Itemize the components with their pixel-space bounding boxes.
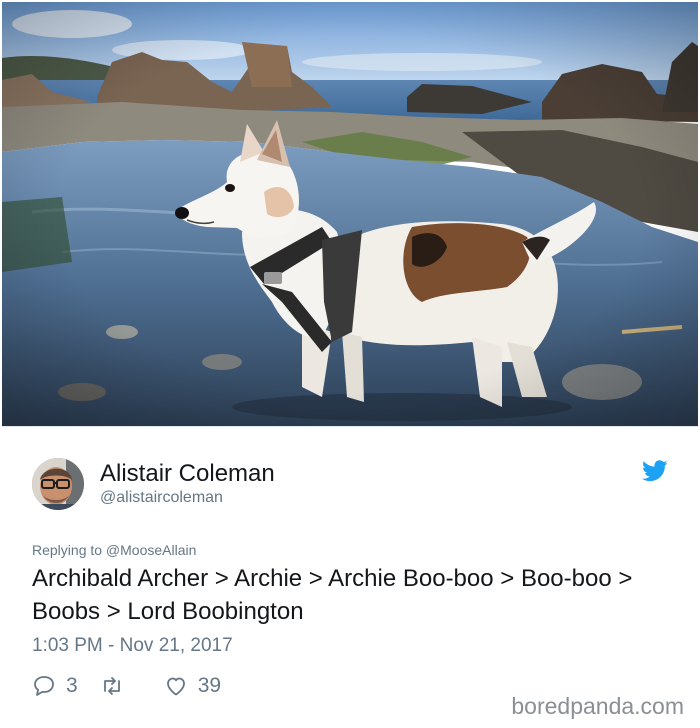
twitter-bird-icon[interactable] — [642, 460, 668, 482]
avatar[interactable] — [32, 458, 84, 510]
like-button[interactable]: 39 — [164, 674, 221, 698]
avatar-image — [32, 458, 84, 510]
reply-button[interactable]: 3 — [32, 674, 78, 698]
author-name[interactable]: Alistair Coleman — [100, 460, 275, 488]
retweet-icon — [103, 677, 120, 695]
boredpanda-watermark: boredpanda.com — [511, 693, 684, 719]
like-count: 39 — [197, 674, 222, 697]
tweet-card: Alistair Coleman @alistaircoleman Replyi… — [0, 426, 700, 728]
tweet-timestamp[interactable]: 1:03 PM - Nov 21, 2017 — [32, 635, 233, 657]
reply-icon — [34, 676, 54, 696]
replying-to[interactable]: Replying to @MooseAllain — [32, 542, 196, 558]
tweet-photo[interactable] — [2, 2, 698, 427]
author-handle[interactable]: @alistaircoleman — [100, 489, 223, 507]
reply-count: 3 — [66, 674, 78, 697]
tweet-actions: 3 39 — [32, 673, 221, 699]
tweet-text: Archibald Archer > Archie > Archie Boo-b… — [32, 565, 633, 625]
retweet-button[interactable] — [100, 674, 134, 698]
dog-photo-image — [2, 2, 698, 426]
heart-icon — [166, 677, 185, 696]
